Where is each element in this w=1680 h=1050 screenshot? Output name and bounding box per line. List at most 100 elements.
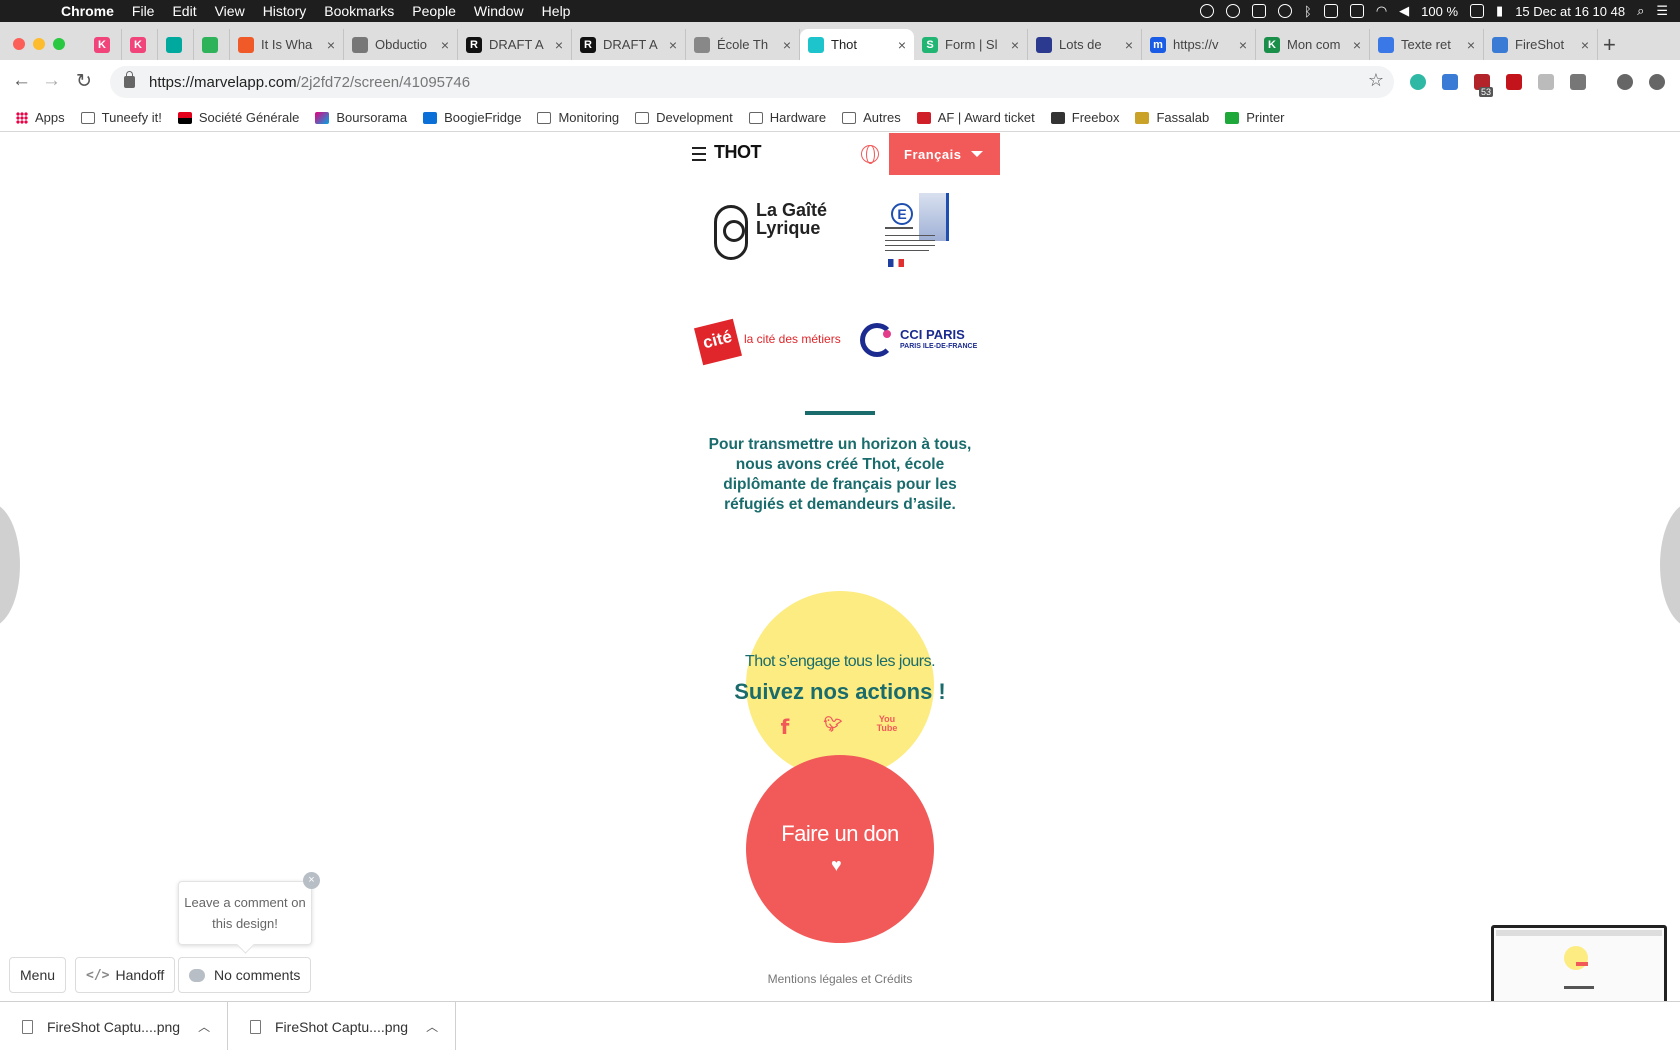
spotlight-icon[interactable]: ⌕ <box>1637 3 1644 19</box>
comments-button[interactable]: No comments <box>178 957 312 993</box>
wifi-icon[interactable]: ◠ <box>1376 3 1387 19</box>
legal-credits-link[interactable]: Mentions légales et Crédits <box>690 972 990 986</box>
menu-edit[interactable]: Edit <box>163 3 205 19</box>
tab-close-icon[interactable]: × <box>327 37 335 53</box>
tab-close-icon[interactable]: × <box>441 37 449 53</box>
marvel-menu-button[interactable]: Menu <box>9 957 67 993</box>
time-machine-icon[interactable] <box>1278 4 1293 18</box>
menu-file[interactable]: File <box>123 3 164 19</box>
volume-icon[interactable]: ◀ <box>1399 3 1409 19</box>
tab[interactable]: K <box>122 29 158 60</box>
reload-icon[interactable]: ↻ <box>76 70 92 93</box>
bluetooth-icon[interactable]: ᛒ <box>1304 4 1312 19</box>
bookmark-star-icon[interactable]: ☆ <box>1368 70 1384 91</box>
menu-window[interactable]: Window <box>465 3 533 19</box>
app-menu-chrome[interactable]: Chrome <box>52 3 123 19</box>
activity-icon[interactable] <box>1200 4 1215 18</box>
new-tab-icon[interactable]: + <box>1603 32 1616 58</box>
chevron-up-icon[interactable]: ︿ <box>426 1018 438 1035</box>
address-bar[interactable]: https://marvelapp.com/2j2fd72/screen/410… <box>110 66 1394 98</box>
maximize-window-icon[interactable] <box>53 38 65 50</box>
tab[interactable]: R DRAFT A × <box>458 29 572 60</box>
thot-logo[interactable]: THOT <box>714 142 762 163</box>
tab[interactable]: FireShot × <box>1484 29 1598 60</box>
forward-icon[interactable]: → <box>42 70 61 92</box>
screen-minimap[interactable] <box>1491 925 1667 1001</box>
tab[interactable]: K <box>86 29 122 60</box>
bookmark-item[interactable]: Fassalab <box>1135 110 1209 125</box>
tab[interactable]: Texte ret × <box>1370 29 1484 60</box>
menu-view[interactable]: View <box>206 3 254 19</box>
bookmark-item[interactable]: Printer <box>1225 110 1285 125</box>
tab-close-icon[interactable]: × <box>783 37 791 53</box>
close-window-icon[interactable] <box>13 38 25 50</box>
update-icon[interactable] <box>1649 74 1665 90</box>
tab[interactable] <box>194 29 230 60</box>
clock[interactable]: 15 Dec at 16 10 48 <box>1515 4 1625 19</box>
next-screen-button[interactable] <box>1660 503 1680 627</box>
tab-close-icon[interactable]: × <box>555 37 563 53</box>
bookmark-item[interactable]: AF | Award ticket <box>916 110 1035 125</box>
tab-close-icon[interactable]: × <box>1353 37 1361 53</box>
twitter-icon[interactable]: 🐦︎ <box>822 715 844 737</box>
handoff-button[interactable]: </> Handoff <box>75 957 176 993</box>
tab-close-icon[interactable]: × <box>1125 37 1133 53</box>
tab-close-icon[interactable]: × <box>898 37 906 53</box>
download-item[interactable]: FireShot Captu....png ︿ <box>0 1002 228 1050</box>
sync-icon[interactable] <box>1252 4 1267 18</box>
airplay-icon[interactable] <box>1323 4 1338 18</box>
tab[interactable]: Obductio × <box>344 29 458 60</box>
tab-close-icon[interactable]: × <box>1239 37 1247 53</box>
download-item[interactable]: FireShot Captu....png ︿ <box>228 1002 456 1050</box>
minimize-window-icon[interactable] <box>33 38 45 50</box>
menu-people[interactable]: People <box>403 3 465 19</box>
tab[interactable]: m https://v × <box>1142 29 1256 60</box>
tab-close-icon[interactable]: × <box>1581 37 1589 53</box>
tab-close-icon[interactable]: × <box>1011 37 1019 53</box>
menu-help[interactable]: Help <box>533 3 580 19</box>
bookmark-item[interactable]: BoogieFridge <box>423 110 521 125</box>
close-tooltip-icon[interactable]: × <box>303 872 320 889</box>
donate-button[interactable]: Faire un don ♥ <box>746 755 934 943</box>
tab-active[interactable]: Thot × <box>800 29 914 60</box>
facebook-icon[interactable]: f <box>774 715 796 739</box>
prev-screen-button[interactable] <box>0 503 20 627</box>
menu-bookmarks[interactable]: Bookmarks <box>315 3 403 19</box>
chevron-up-icon[interactable]: ︿ <box>198 1018 210 1035</box>
tab[interactable]: S Form | Sl × <box>914 29 1028 60</box>
tab[interactable]: K Mon com × <box>1256 29 1370 60</box>
bookmark-item[interactable]: Autres <box>842 110 901 125</box>
bookmark-item[interactable]: Development <box>635 110 733 125</box>
tab[interactable] <box>158 29 194 60</box>
snippet-extension-icon[interactable] <box>1570 74 1586 90</box>
tab-close-icon[interactable]: × <box>1467 37 1475 53</box>
bookmark-item[interactable]: Boursorama <box>315 110 407 125</box>
fireshot-extension-icon[interactable] <box>1442 74 1458 90</box>
tab[interactable]: École Th × <box>686 29 800 60</box>
notification-center-icon[interactable]: ☰ <box>1656 3 1668 19</box>
menu-history[interactable]: History <box>254 3 316 19</box>
tab-close-icon[interactable]: × <box>669 37 677 53</box>
tab[interactable]: Lots de × <box>1028 29 1142 60</box>
language-selector[interactable]: Français <box>889 133 1000 175</box>
battery-level[interactable]: 100 % <box>1421 4 1458 19</box>
keyboard-icon[interactable] <box>1349 4 1364 18</box>
flag-icon[interactable]: ▮ <box>1496 3 1503 19</box>
bookmark-item[interactable]: Hardware <box>748 110 826 125</box>
hamburger-menu-icon[interactable] <box>692 147 706 165</box>
shield-extension-icon[interactable] <box>1506 74 1522 90</box>
bookmark-item[interactable]: Société Générale <box>177 110 299 125</box>
bookmark-item[interactable]: Monitoring <box>537 110 619 125</box>
lock-icon[interactable] <box>124 71 135 88</box>
bookmark-item[interactable]: Freebox <box>1050 110 1119 125</box>
block-icon[interactable] <box>1226 4 1241 18</box>
marvel-extension-icon[interactable] <box>1410 74 1426 90</box>
tab[interactable]: It Is Wha × <box>230 29 344 60</box>
bookmark-item[interactable]: Apps <box>16 110 65 125</box>
back-icon[interactable]: ← <box>12 70 31 92</box>
youtube-icon[interactable]: You Tube <box>876 715 898 737</box>
json-extension-icon[interactable] <box>1538 74 1554 90</box>
profile-avatar-icon[interactable] <box>1617 74 1633 90</box>
bookmark-item[interactable]: Tuneefy it! <box>80 110 162 125</box>
tab[interactable]: R DRAFT A × <box>572 29 686 60</box>
